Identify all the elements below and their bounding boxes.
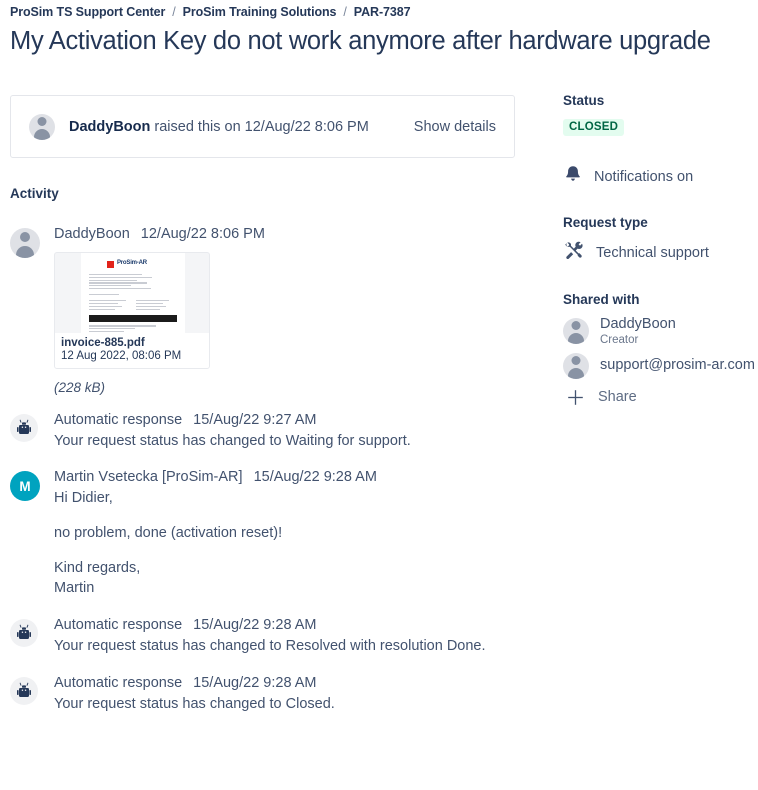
attachment-file-size: (228 kB) bbox=[54, 380, 106, 395]
breadcrumb-item-portal[interactable]: ProSim TS Support Center bbox=[10, 5, 165, 19]
entry-avatar bbox=[10, 226, 42, 395]
breadcrumb: ProSim TS Support Center / ProSim Traini… bbox=[10, 5, 411, 19]
entry-body: Automatic response 15/Aug/22 9:28 AM You… bbox=[54, 617, 530, 654]
entry-line: Your request status has changed to Close… bbox=[54, 696, 335, 712]
preview-table-header bbox=[89, 315, 177, 323]
shared-person-name: support@prosim-ar.com bbox=[600, 357, 755, 374]
entry-body: DaddyBoon 12/Aug/22 8:06 PM ProSim-AR in… bbox=[54, 226, 530, 395]
reporter-info: DaddyBoon raised this on 12/Aug/22 8:06 … bbox=[29, 113, 414, 140]
person-avatar-icon bbox=[29, 113, 55, 140]
entry-header: Automatic response 15/Aug/22 9:27 AM bbox=[54, 412, 530, 428]
entry-line: Kind regards, bbox=[54, 560, 141, 576]
entry-body: Automatic response 15/Aug/22 9:27 AM You… bbox=[54, 412, 530, 449]
notifications-label: Notifications on bbox=[594, 168, 694, 185]
entry-author: Automatic response bbox=[54, 675, 183, 691]
entry-header: Automatic response 15/Aug/22 9:28 AM bbox=[54, 617, 530, 633]
robot-avatar-icon bbox=[10, 619, 38, 647]
tools-icon bbox=[563, 239, 585, 266]
status-heading: Status bbox=[563, 93, 605, 108]
bell-icon bbox=[563, 164, 583, 189]
entry-avatar bbox=[10, 617, 42, 654]
shared-person-role: Creator bbox=[600, 333, 639, 346]
entry-timestamp: 15/Aug/22 9:28 AM bbox=[193, 675, 317, 691]
entry-author: Automatic response bbox=[54, 617, 183, 633]
person-avatar-icon bbox=[563, 317, 589, 344]
breadcrumb-item-issue-key[interactable]: PAR-7387 bbox=[354, 5, 411, 19]
request-detail-page: ProSim TS Support Center / ProSim Traini… bbox=[0, 0, 758, 790]
entry-avatar bbox=[10, 412, 42, 449]
share-label: Share bbox=[598, 389, 637, 406]
entry-author: DaddyBoon bbox=[54, 226, 130, 242]
user-initial-avatar: M bbox=[10, 471, 40, 501]
request-type-row: Technical support bbox=[563, 239, 758, 266]
reporter-text: DaddyBoon raised this on 12/Aug/22 8:06 … bbox=[69, 119, 369, 135]
status-badge: CLOSED bbox=[563, 119, 625, 136]
entry-author: Martin Vsetecka [ProSim-AR] bbox=[54, 469, 243, 485]
entry-header: Martin Vsetecka [ProSim-AR] 15/Aug/22 9:… bbox=[54, 469, 530, 485]
shared-person-row[interactable]: DaddyBoon Creator bbox=[563, 316, 758, 346]
request-type-heading: Request type bbox=[563, 215, 648, 230]
preview-table-rows bbox=[89, 325, 177, 333]
attachment-label: invoice-885.pdf 12 Aug 2022, 08:06 PM bbox=[55, 333, 209, 368]
page-title: My Activation Key do not work anymore af… bbox=[10, 27, 711, 55]
activity-entry-auto-response: Automatic response 15/Aug/22 9:28 AM You… bbox=[10, 617, 530, 654]
status-section: Status CLOSED bbox=[563, 93, 758, 136]
logo-mark-icon bbox=[107, 261, 114, 268]
activity-entry-attachment: DaddyBoon 12/Aug/22 8:06 PM ProSim-AR in… bbox=[10, 226, 530, 395]
attachment-logo-text: ProSim-AR bbox=[117, 260, 147, 266]
attachment-logo: ProSim-AR bbox=[89, 260, 177, 268]
request-type-section: Request type Technical support bbox=[563, 215, 758, 266]
preview-text-block bbox=[89, 294, 177, 296]
breadcrumb-separator: / bbox=[343, 5, 347, 19]
entry-body: Martin Vsetecka [ProSim-AR] 15/Aug/22 9:… bbox=[54, 469, 530, 596]
notifications-row[interactable]: Notifications on bbox=[563, 164, 758, 189]
plus-icon bbox=[563, 388, 587, 407]
shared-with-section: Shared with DaddyBoon Creator support@pr… bbox=[563, 292, 758, 407]
attachment-file-name: invoice-885.pdf bbox=[61, 337, 145, 349]
request-sidebar: Status CLOSED Notifications on Request t… bbox=[563, 93, 758, 407]
activity-entry-comment: M Martin Vsetecka [ProSim-AR] 15/Aug/22 … bbox=[10, 469, 530, 596]
preview-columns bbox=[89, 300, 177, 311]
entry-header: DaddyBoon 12/Aug/22 8:06 PM bbox=[54, 226, 530, 242]
reporter-name: DaddyBoon bbox=[69, 118, 151, 135]
entry-line: Your request status has changed to Waiti… bbox=[54, 433, 411, 449]
entry-author: Automatic response bbox=[54, 412, 183, 428]
entry-timestamp: 12/Aug/22 8:06 PM bbox=[140, 226, 265, 242]
attachment-file-date: 12 Aug 2022, 08:06 PM bbox=[61, 350, 182, 362]
shared-with-heading: Shared with bbox=[563, 292, 640, 307]
attachment-thumbnail[interactable]: ProSim-AR invoice-885.pdf 12 Aug 2022, 0… bbox=[54, 252, 210, 369]
person-avatar-icon bbox=[563, 352, 589, 379]
reporter-summary-card: DaddyBoon raised this on 12/Aug/22 8:06 … bbox=[10, 95, 515, 158]
shared-person-row[interactable]: support@prosim-ar.com bbox=[563, 352, 758, 379]
activity-entry-auto-response: Automatic response 15/Aug/22 9:28 AM You… bbox=[10, 675, 530, 712]
entry-line: Your request status has changed to Resol… bbox=[54, 638, 486, 654]
reporter-raised-text: raised this on 12/Aug/22 8:06 PM bbox=[150, 118, 369, 135]
entry-line: Hi Didier, bbox=[54, 490, 113, 506]
entry-timestamp: 15/Aug/22 9:28 AM bbox=[253, 469, 377, 485]
activity-entry-auto-response: Automatic response 15/Aug/22 9:27 AM You… bbox=[10, 412, 530, 449]
entry-line: no problem, done (activation reset)! bbox=[54, 525, 283, 541]
request-type-value: Technical support bbox=[596, 244, 709, 261]
shared-person-name: DaddyBoon bbox=[600, 316, 676, 332]
breadcrumb-separator: / bbox=[172, 5, 176, 19]
shared-person-info: DaddyBoon Creator bbox=[600, 316, 676, 346]
breadcrumb-item-project[interactable]: ProSim Training Solutions bbox=[183, 5, 337, 19]
activity-heading: Activity bbox=[10, 186, 59, 201]
entry-timestamp: 15/Aug/22 9:28 AM bbox=[193, 617, 317, 633]
entry-header: Automatic response 15/Aug/22 9:28 AM bbox=[54, 675, 530, 691]
preview-text-block bbox=[89, 274, 177, 290]
show-details-button[interactable]: Show details bbox=[414, 119, 496, 135]
entry-avatar bbox=[10, 675, 42, 712]
entry-timestamp: 15/Aug/22 9:27 AM bbox=[193, 412, 317, 428]
entry-line: Martin bbox=[54, 580, 95, 596]
share-button[interactable]: Share bbox=[563, 388, 758, 407]
entry-body: Automatic response 15/Aug/22 9:28 AM You… bbox=[54, 675, 530, 712]
robot-avatar-icon bbox=[10, 414, 38, 442]
robot-avatar-icon bbox=[10, 677, 38, 705]
activity-feed: DaddyBoon 12/Aug/22 8:06 PM ProSim-AR in… bbox=[10, 226, 530, 712]
entry-avatar: M bbox=[10, 469, 42, 596]
person-avatar-icon bbox=[10, 228, 40, 258]
